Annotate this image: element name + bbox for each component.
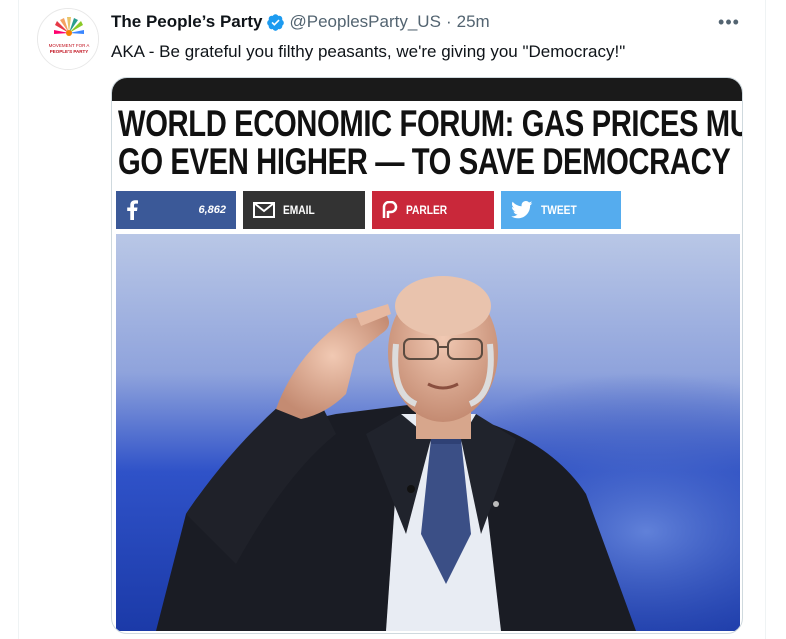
- email-label: EMAIL: [283, 203, 315, 217]
- parler-share-button: PARLER: [372, 191, 494, 229]
- parler-label: PARLER: [406, 203, 448, 217]
- handle[interactable]: @PeoplesParty_US: [289, 12, 440, 32]
- avatar-line1: MOVEMENT FOR A: [49, 43, 90, 48]
- email-icon: [253, 202, 275, 218]
- tweet-share-button: TWEET: [501, 191, 621, 229]
- share-buttons: 6,862 EMAIL PARLER TWEET: [116, 191, 621, 229]
- tweet-text: AKA - Be grateful you filthy peasants, w…: [111, 42, 626, 61]
- email-share-button: EMAIL: [243, 191, 365, 229]
- facebook-share-count: 6,862: [198, 204, 226, 216]
- parler-icon: [382, 201, 398, 218]
- tweet-header: The People’s Party @PeoplesParty_US · 25…: [111, 12, 490, 32]
- article-photo: [116, 234, 740, 631]
- verified-badge-icon: [266, 13, 285, 32]
- separator-dot: ·: [445, 12, 452, 31]
- timestamp[interactable]: 25m: [457, 12, 490, 32]
- article-headline: WORLD ECONOMIC FORUM: GAS PRICES MUST GO…: [118, 103, 743, 182]
- photo-man-saluting-icon: [116, 234, 740, 631]
- headline-line-1: WORLD ECONOMIC FORUM: GAS PRICES MUST: [118, 103, 743, 144]
- peoples-party-logo-icon: MOVEMENT FOR A PEOPLE'S PARTY: [38, 9, 98, 69]
- tweet-media[interactable]: WORLD ECONOMIC FORUM: GAS PRICES MUST GO…: [111, 77, 743, 634]
- display-name[interactable]: The People’s Party: [111, 12, 262, 32]
- media-topbar: [112, 78, 742, 101]
- avatar-line2: PEOPLE'S PARTY: [50, 49, 89, 54]
- facebook-share-button: 6,862: [116, 191, 236, 229]
- tweet-label: TWEET: [541, 203, 577, 217]
- more-options-icon[interactable]: •••: [717, 10, 741, 34]
- avatar[interactable]: MOVEMENT FOR A PEOPLE'S PARTY: [37, 8, 99, 70]
- headline-line-2: GO EVEN HIGHER — TO SAVE DEMOCRACY: [118, 141, 731, 182]
- tweet-card[interactable]: MOVEMENT FOR A PEOPLE'S PARTY The People…: [18, 0, 766, 639]
- facebook-icon: [127, 200, 138, 220]
- twitter-bird-icon: [511, 201, 533, 219]
